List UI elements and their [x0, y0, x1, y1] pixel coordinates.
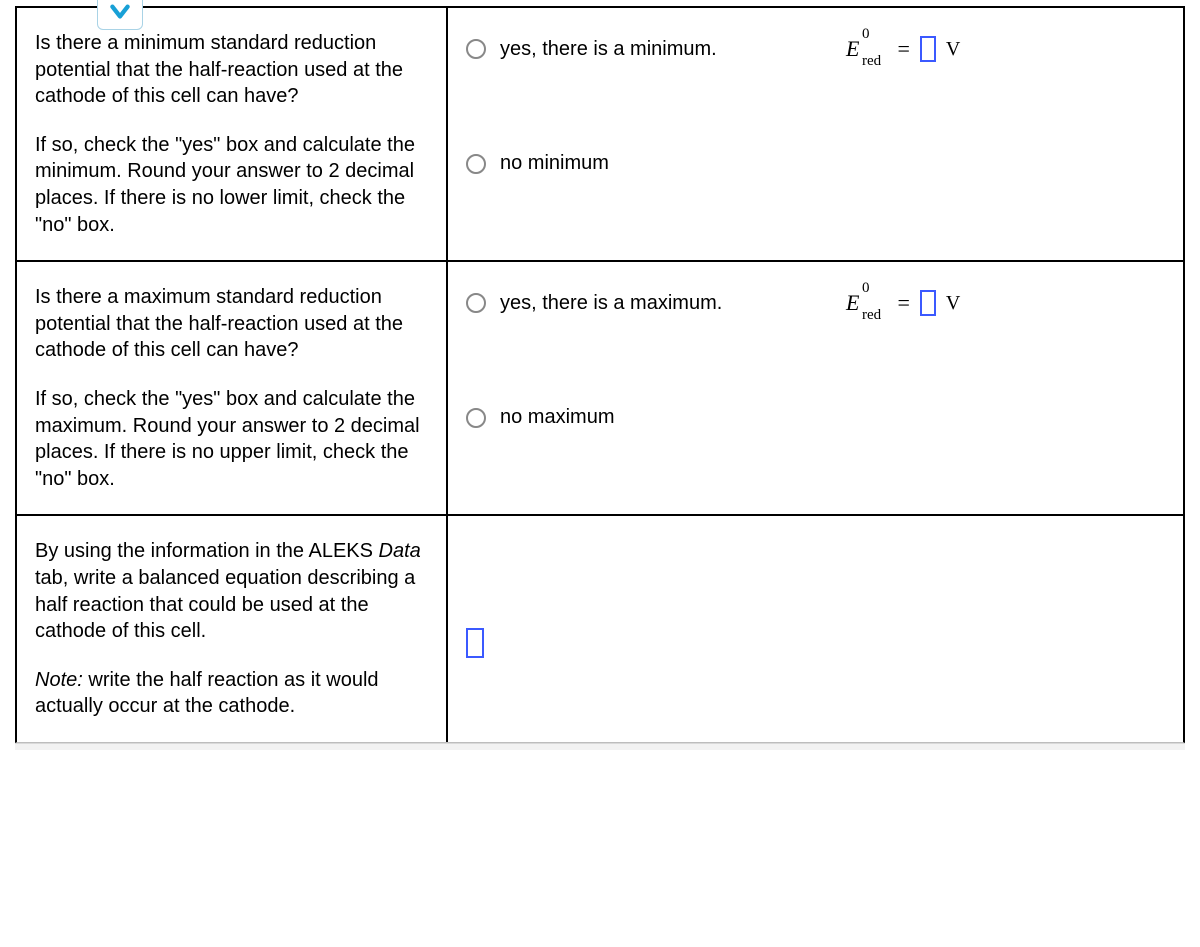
min-yes-label: yes, there is a minimum. [500, 38, 717, 61]
question-table: Is there a minimum standard reduction po… [17, 8, 1183, 742]
footer-divider [15, 743, 1185, 750]
min-yes-option[interactable]: yes, there is a minimum. [466, 36, 826, 62]
eq-note: Note: write the half reaction as it woul… [35, 667, 428, 720]
max-value-input[interactable] [920, 290, 936, 316]
max-q-p1: Is there a maximum standard reduction po… [35, 284, 428, 364]
chevron-down-icon [107, 0, 133, 24]
maximum-question-text: Is there a maximum standard reduction po… [17, 261, 447, 515]
collapse-toggle[interactable] [97, 0, 143, 30]
radio-icon [466, 408, 486, 428]
radio-icon [466, 154, 486, 174]
min-q-p2: If so, check the "yes" box and calculate… [35, 132, 428, 238]
question-panel: Is there a minimum standard reduction po… [15, 6, 1185, 743]
equation-answer-cell [447, 515, 1183, 742]
min-no-label: no minimum [500, 152, 609, 175]
unit-volts: V [946, 38, 960, 61]
eq-q-para: By using the information in the ALEKS Da… [35, 538, 428, 644]
radio-icon [466, 293, 486, 313]
max-no-option[interactable]: no maximum [466, 406, 826, 429]
max-yes-option[interactable]: yes, there is a maximum. [466, 290, 826, 316]
unit-volts: V [946, 292, 960, 315]
minimum-answer-cell: yes, there is a minimum. E 0 red = V [447, 8, 1183, 261]
maximum-answer-cell: yes, there is a maximum. E 0 red = V [447, 261, 1183, 515]
equation-input[interactable] [466, 628, 484, 658]
e-variable: E 0 red [846, 290, 887, 316]
equals-sign: = [897, 36, 909, 62]
equals-sign: = [897, 290, 909, 316]
e-variable: E 0 red [846, 36, 887, 62]
max-no-label: no maximum [500, 406, 614, 429]
minimum-question-text: Is there a minimum standard reduction po… [17, 8, 447, 261]
min-value-input[interactable] [920, 36, 936, 62]
min-formula: E 0 red = V [846, 36, 1165, 62]
max-formula: E 0 red = V [846, 290, 1165, 316]
max-q-p2: If so, check the "yes" box and calculate… [35, 386, 428, 492]
min-no-option[interactable]: no minimum [466, 152, 826, 175]
min-q-p1: Is there a minimum standard reduction po… [35, 30, 428, 110]
max-yes-label: yes, there is a maximum. [500, 292, 722, 315]
equation-question-text: By using the information in the ALEKS Da… [17, 515, 447, 742]
radio-icon [466, 39, 486, 59]
